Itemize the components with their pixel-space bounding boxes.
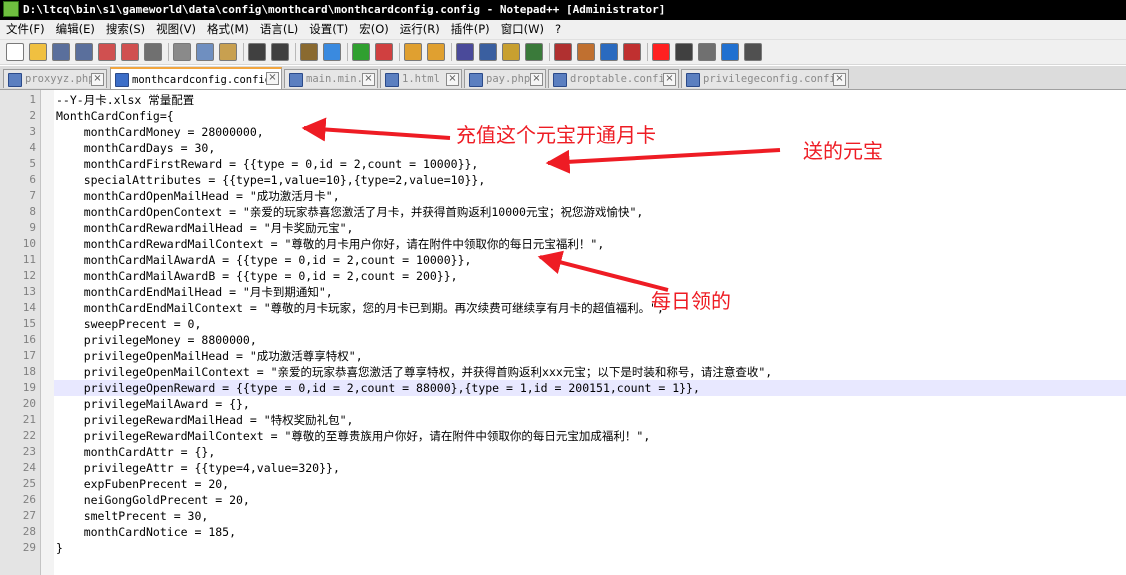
arrow-to-mailawarda [537,250,669,292]
annotation-daily-note: 每日领的 [651,289,731,313]
annotation-arrows [301,117,781,292]
annotation-recharge-note: 充值这个元宝开通月卡 [456,123,656,147]
arrow-to-firstreward [545,148,781,174]
annotation-gift-note: 送的元宝 [803,139,883,163]
arrow-to-monthcardmoney [301,117,451,142]
